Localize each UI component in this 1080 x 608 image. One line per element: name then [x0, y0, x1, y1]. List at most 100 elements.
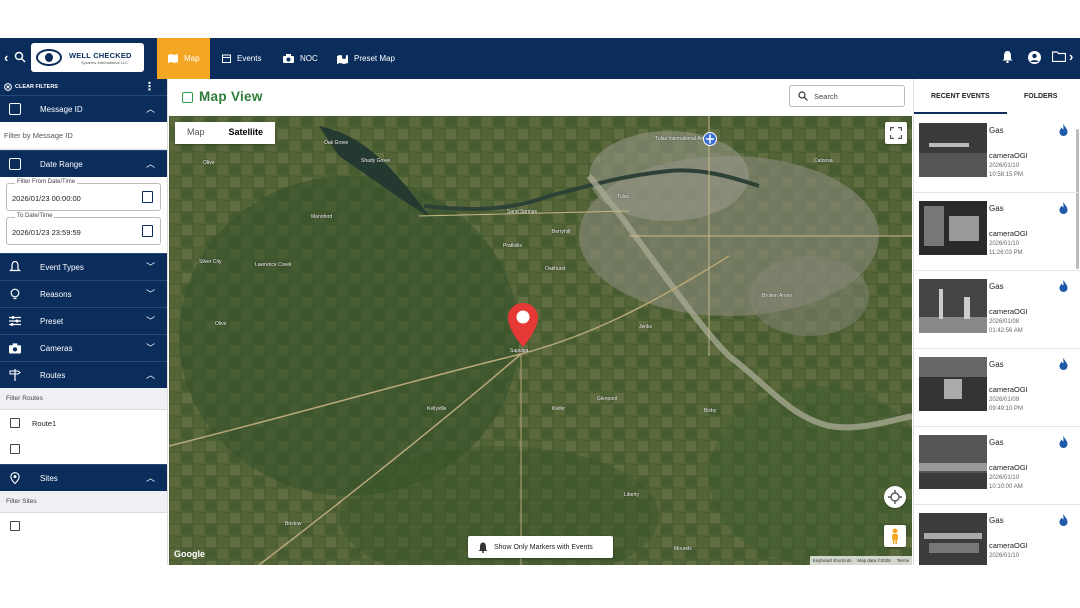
- place-label: Bixby: [704, 408, 717, 414]
- chevron-down-icon: ﹀: [145, 262, 155, 272]
- terms-link[interactable]: Terms: [897, 558, 909, 563]
- location-marker-icon[interactable]: [507, 302, 539, 348]
- flame-icon: [1059, 358, 1068, 370]
- event-time: 10:58:15 PM: [989, 172, 1024, 178]
- section-preset[interactable]: Preset ﹀: [0, 307, 167, 334]
- map-type-toggle[interactable]: Map Satellite: [175, 122, 276, 144]
- search-icon: [798, 91, 808, 101]
- section-reasons[interactable]: Reasons ﹀: [0, 280, 167, 307]
- tab-map[interactable]: Map: [157, 38, 210, 79]
- keyboard-shortcuts-link[interactable]: Keyboard shortcuts: [813, 558, 852, 563]
- bell-icon[interactable]: [1002, 51, 1013, 63]
- company-logo[interactable]: WELL CHECKED Systems International LLC: [31, 43, 144, 72]
- section-event-types[interactable]: Event Types ﹀: [0, 253, 167, 280]
- section-routes[interactable]: Routes ︿: [0, 361, 167, 388]
- event-card[interactable]: Gas cameraOGI 2026/01/10 11:26:03 PM: [914, 193, 1080, 271]
- event-thumbnail[interactable]: [919, 279, 987, 333]
- event-camera: cameraOGI: [989, 385, 1028, 394]
- bell-icon: [478, 542, 488, 553]
- section-sites[interactable]: Sites ︿: [0, 464, 167, 491]
- event-thumbnail[interactable]: [919, 123, 987, 177]
- route-checkbox[interactable]: [10, 444, 20, 454]
- account-icon[interactable]: [1028, 51, 1041, 64]
- chevron-down-icon: ﹀: [145, 289, 155, 299]
- place-label: Bristow: [285, 521, 302, 527]
- place-label: Tulsa: [617, 194, 630, 200]
- tab-map-label: Map: [184, 54, 200, 63]
- event-card[interactable]: Gas cameraOGI 2026/01/10: [914, 505, 1080, 565]
- chevron-up-icon: ︿: [145, 370, 155, 380]
- section-event-types-label: Event Types: [40, 263, 84, 272]
- tab-events-label: Events: [237, 54, 262, 63]
- tab-preset-map-label: Preset Map: [354, 54, 395, 63]
- place-label: Sapulpa: [510, 348, 529, 354]
- site-item[interactable]: [0, 513, 167, 539]
- my-location-button[interactable]: [884, 486, 906, 508]
- show-markers-with-events-button[interactable]: Show Only Markers with Events: [468, 536, 613, 558]
- more-vert-icon[interactable]: ⋮: [144, 80, 155, 93]
- active-tab-indicator: [914, 112, 1007, 114]
- tab-preset-map[interactable]: Preset Map: [337, 38, 395, 79]
- event-card[interactable]: Gas cameraOGI 2026/01/10 10:58:15 PM: [914, 115, 1080, 193]
- site-checkbox[interactable]: [10, 521, 20, 531]
- tab-recent-events[interactable]: RECENT EVENTS: [931, 93, 990, 100]
- place-label: Oakhurst: [545, 266, 566, 272]
- page-title: Map View: [199, 89, 263, 104]
- preset-map-icon: [337, 54, 348, 64]
- satellite-map[interactable]: Olive Oak Grove Shady Grove Mannford San…: [169, 116, 912, 565]
- place-label: Sand Springs: [507, 209, 538, 215]
- folder-icon[interactable]: [1052, 51, 1066, 62]
- map-type-satellite[interactable]: Satellite: [217, 122, 276, 144]
- lightbulb-icon: [10, 288, 20, 300]
- route-item[interactable]: Route1: [0, 410, 167, 436]
- date-range-icon: [9, 158, 21, 170]
- street-view-pegman[interactable]: [884, 525, 906, 547]
- section-cameras[interactable]: Cameras ﹀: [0, 334, 167, 361]
- route-item[interactable]: [0, 436, 167, 462]
- tab-folders[interactable]: FOLDERS: [1024, 93, 1057, 100]
- event-card[interactable]: Gas cameraOGI 2026/01/09 09:49:10 PM: [914, 349, 1080, 427]
- logo-title: WELL CHECKED: [69, 51, 132, 60]
- date-to-value[interactable]: 2026/01/23 23:59:59: [12, 228, 81, 237]
- message-id-filter-input[interactable]: Filter by Message ID: [0, 122, 167, 150]
- date-to-label: To Date/Time: [15, 213, 55, 219]
- section-routes-label: Routes: [40, 371, 66, 380]
- app-window: ‹ WELL CHECKED Systems International LLC…: [0, 38, 1080, 565]
- airport-marker-icon[interactable]: [703, 132, 717, 146]
- routes-filter-input[interactable]: Filter Routes: [0, 388, 167, 410]
- place-label: Glenpool: [597, 396, 618, 402]
- route-checkbox[interactable]: [10, 418, 20, 428]
- section-message-id[interactable]: Message ID ︿: [0, 95, 167, 122]
- event-card[interactable]: Gas cameraOGI 2026/01/10 10:10:00 AM: [914, 427, 1080, 505]
- event-thumbnail[interactable]: [919, 201, 987, 255]
- fullscreen-button[interactable]: [885, 122, 907, 144]
- event-camera: cameraOGI: [989, 229, 1028, 238]
- back-chevron-icon[interactable]: ‹: [4, 50, 8, 65]
- event-type: Gas: [989, 516, 1004, 525]
- forward-chevron-icon[interactable]: ›: [1069, 49, 1073, 64]
- map-footer: Keyboard shortcuts Map data ©2026 Terms: [809, 556, 912, 565]
- calendar-check-icon: [182, 92, 193, 103]
- calendar-icon[interactable]: [142, 191, 153, 203]
- camera-icon: [283, 54, 294, 63]
- calendar-icon[interactable]: [142, 225, 153, 237]
- search-input[interactable]: Search: [789, 85, 905, 107]
- date-from-field[interactable]: Filter From Date/Time 2026/01/23 00:00:0…: [6, 179, 161, 211]
- event-thumbnail[interactable]: [919, 435, 987, 489]
- tab-events[interactable]: Events: [222, 38, 261, 79]
- date-to-field[interactable]: To Date/Time 2026/01/23 23:59:59: [6, 213, 161, 245]
- clear-filters-button[interactable]: CLEAR FILTERS ⋮: [0, 79, 167, 95]
- place-label: Mannford: [311, 214, 333, 220]
- event-thumbnail[interactable]: [919, 513, 987, 565]
- section-date-range[interactable]: Date Range ︿: [0, 150, 167, 177]
- map-background[interactable]: [169, 116, 912, 565]
- event-time: 11:26:03 PM: [989, 250, 1023, 256]
- place-label: Olive: [203, 160, 215, 166]
- event-thumbnail[interactable]: [919, 357, 987, 411]
- tab-noc[interactable]: NOC: [283, 38, 318, 79]
- map-type-map[interactable]: Map: [175, 122, 217, 144]
- event-card[interactable]: Gas cameraOGI 2026/01/08 01:42:56 AM: [914, 271, 1080, 349]
- sites-filter-input[interactable]: Filter Sites: [0, 491, 167, 513]
- search-icon[interactable]: [14, 51, 26, 63]
- date-from-value[interactable]: 2026/01/23 00:00:00: [12, 194, 81, 203]
